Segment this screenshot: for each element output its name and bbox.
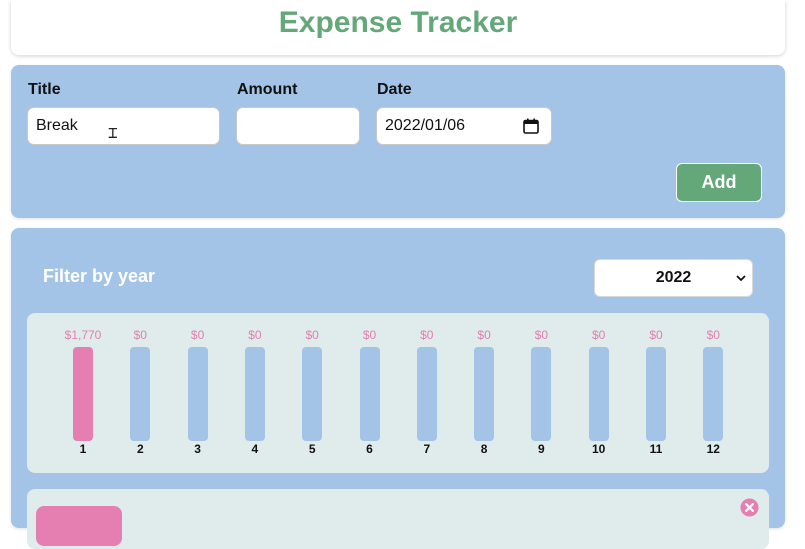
date-input[interactable]: 2022/01/06 (376, 107, 552, 145)
bar-month-label: 12 (706, 442, 720, 456)
date-input-value: 2022/01/06 (385, 117, 466, 134)
title-input[interactable]: Break (27, 107, 220, 145)
text-cursor-icon: ⌶ (108, 123, 118, 142)
expenses-panel: Filter by year 2022 $1,770 1 $0 2 $0 3 $0 4 $0 5 $… (11, 228, 785, 549)
bar-fill (73, 347, 93, 441)
chart-bar-month-9: $0 9 (521, 313, 561, 473)
close-circle-icon[interactable] (740, 498, 759, 517)
expense-list-item (27, 489, 769, 549)
chart-bar-month-11: $0 11 (636, 313, 676, 473)
bar-month-label: 8 (480, 442, 488, 456)
bar-track (130, 347, 151, 441)
bar-track (416, 347, 437, 441)
filter-label: Filter by year (43, 266, 156, 286)
title-label: Title (28, 81, 61, 98)
bar-track (302, 347, 323, 441)
bar-month-label: 2 (136, 442, 144, 456)
chart-bar-month-3: $0 3 (178, 313, 218, 473)
chart-bar-month-7: $0 7 (407, 313, 447, 473)
date-label: Date (377, 81, 412, 98)
bar-track (359, 347, 380, 441)
chart-bar-month-4: $0 4 (235, 313, 275, 473)
bar-track (244, 347, 265, 441)
expense-date-badge (36, 506, 122, 546)
chart-bar-month-8: $0 8 (464, 313, 504, 473)
monthly-expenses-chart: $1,770 1 $0 2 $0 3 $0 4 $0 5 $0 6 $0 7 $0 8 $0 9 $0 10 $0 11 $… (27, 313, 769, 473)
bar-month-label: 4 (251, 442, 259, 456)
chart-bar-month-12: $0 12 (693, 313, 733, 473)
amount-label: Amount (237, 81, 298, 98)
bar-month-label: 10 (592, 442, 606, 456)
bar-month-label: 11 (649, 442, 663, 456)
bar-track (474, 347, 495, 441)
bar-month-label: 6 (366, 442, 373, 456)
bar-track (646, 347, 666, 441)
title-input-value: Break (36, 117, 78, 134)
bar-track (531, 347, 552, 441)
year-select-value: 2022 (655, 269, 692, 286)
bar-track (588, 347, 609, 441)
chart-bar-month-1: $1,770 1 (63, 313, 103, 473)
bar-amount-label: $0 (706, 328, 720, 342)
chevron-down-icon (736, 275, 746, 282)
new-expense-form: Title Break ⌶ Amount Date 2022/01/06 Add (11, 65, 785, 218)
page-title: Expense Tracker (278, 5, 518, 39)
bar-track (187, 347, 208, 441)
bar-track (703, 347, 724, 441)
app-header: Expense Tracker (11, 0, 785, 55)
bar-month-label: 7 (423, 442, 431, 456)
bar-month-label: 9 (538, 442, 545, 456)
calendar-icon[interactable] (523, 118, 539, 134)
bar-month-label: 3 (194, 442, 201, 456)
amount-input[interactable] (236, 107, 360, 145)
year-filter-select[interactable]: 2022 (594, 259, 753, 297)
chart-bar-month-10: $0 10 (579, 313, 619, 473)
bar-month-label: 5 (308, 442, 316, 456)
bar-month-label: 1 (79, 442, 87, 456)
bar-track (73, 347, 93, 441)
chart-bar-month-6: $0 6 (350, 313, 390, 473)
chart-bar-month-2: $0 2 (120, 313, 160, 473)
chart-bar-month-5: $0 5 (292, 313, 332, 473)
add-button[interactable]: Add (676, 163, 762, 202)
